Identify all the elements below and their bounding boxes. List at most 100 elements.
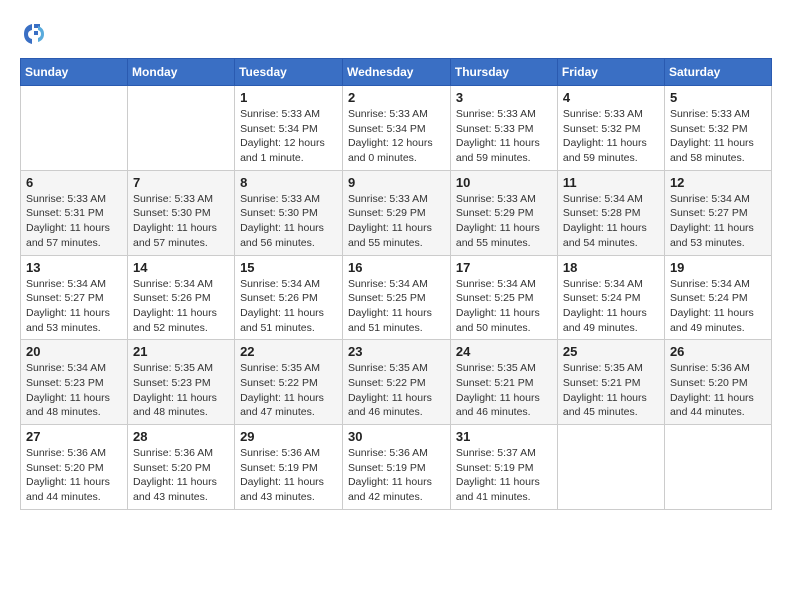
day-info: Sunrise: 5:35 AM Sunset: 5:21 PM Dayligh… [563,361,659,420]
day-info: Sunrise: 5:33 AM Sunset: 5:30 PM Dayligh… [133,192,229,251]
calendar-cell: 18 Sunrise: 5:34 AM Sunset: 5:24 PM Dayli… [557,255,664,340]
day-info: Sunrise: 5:34 AM Sunset: 5:23 PM Dayligh… [26,361,122,420]
calendar-cell: 8Sunrise: 5:33 AM Sunset: 5:30 PM Daylig… [235,170,343,255]
day-number: 11 [563,175,659,190]
calendar-cell: 24 Sunrise: 5:35 AM Sunset: 5:21 PM Dayli… [450,340,557,425]
day-number: 13 [26,260,122,275]
day-number: 25 [563,344,659,359]
day-number: 1 [240,90,337,105]
calendar-cell: 29 Sunrise: 5:36 AM Sunset: 5:19 PM Dayli… [235,425,343,510]
day-number: 12 [670,175,766,190]
weekday-header-friday: Friday [557,59,664,86]
calendar-cell [128,86,235,171]
calendar-table: SundayMondayTuesdayWednesdayThursdayFrid… [20,58,772,510]
day-number: 9 [348,175,445,190]
day-info: Sunrise: 5:33 AM Sunset: 5:29 PM Dayligh… [348,192,445,251]
day-number: 23 [348,344,445,359]
day-info: Sunrise: 5:34 AM Sunset: 5:27 PM Dayligh… [26,277,122,336]
day-info: Sunrise: 5:35 AM Sunset: 5:22 PM Dayligh… [240,361,337,420]
day-number: 15 [240,260,337,275]
day-number: 2 [348,90,445,105]
calendar-cell: 17Sunrise: 5:34 AM Sunset: 5:25 PM Dayli… [450,255,557,340]
day-info: Sunrise: 5:37 AM Sunset: 5:19 PM Dayligh… [456,446,552,505]
weekday-header-thursday: Thursday [450,59,557,86]
calendar-cell: 27Sunrise: 5:36 AM Sunset: 5:20 PM Dayli… [21,425,128,510]
day-number: 24 [456,344,552,359]
day-info: Sunrise: 5:34 AM Sunset: 5:27 PM Dayligh… [670,192,766,251]
day-number: 28 [133,429,229,444]
logo [20,20,52,48]
calendar-cell: 6 Sunrise: 5:33 AM Sunset: 5:31 PM Daylig… [21,170,128,255]
day-number: 26 [670,344,766,359]
calendar-cell: 13 Sunrise: 5:34 AM Sunset: 5:27 PM Dayli… [21,255,128,340]
day-info: Sunrise: 5:33 AM Sunset: 5:31 PM Dayligh… [26,192,122,251]
day-number: 5 [670,90,766,105]
day-info: Sunrise: 5:33 AM Sunset: 5:33 PM Dayligh… [456,107,552,166]
day-info: Sunrise: 5:35 AM Sunset: 5:22 PM Dayligh… [348,361,445,420]
day-number: 7 [133,175,229,190]
calendar-cell: 3 Sunrise: 5:33 AM Sunset: 5:33 PM Daylig… [450,86,557,171]
day-number: 4 [563,90,659,105]
calendar-cell [21,86,128,171]
calendar-cell: 23 Sunrise: 5:35 AM Sunset: 5:22 PM Dayli… [342,340,450,425]
day-number: 30 [348,429,445,444]
day-number: 20 [26,344,122,359]
day-info: Sunrise: 5:34 AM Sunset: 5:26 PM Dayligh… [240,277,337,336]
weekday-header-sunday: Sunday [21,59,128,86]
day-number: 22 [240,344,337,359]
calendar-cell: 2 Sunrise: 5:33 AM Sunset: 5:34 PM Daylig… [342,86,450,171]
calendar-cell: 14Sunrise: 5:34 AM Sunset: 5:26 PM Dayli… [128,255,235,340]
day-info: Sunrise: 5:35 AM Sunset: 5:21 PM Dayligh… [456,361,552,420]
calendar-cell: 11 Sunrise: 5:34 AM Sunset: 5:28 PM Dayli… [557,170,664,255]
calendar-cell: 12 Sunrise: 5:34 AM Sunset: 5:27 PM Dayli… [664,170,771,255]
weekday-header-monday: Monday [128,59,235,86]
calendar-cell: 22 Sunrise: 5:35 AM Sunset: 5:22 PM Dayli… [235,340,343,425]
day-number: 10 [456,175,552,190]
day-info: Sunrise: 5:36 AM Sunset: 5:19 PM Dayligh… [240,446,337,505]
day-info: Sunrise: 5:35 AM Sunset: 5:23 PM Dayligh… [133,361,229,420]
calendar-cell: 19 Sunrise: 5:34 AM Sunset: 5:24 PM Dayli… [664,255,771,340]
day-number: 17 [456,260,552,275]
calendar-week-row: 1 Sunrise: 5:33 AM Sunset: 5:34 PM Daylig… [21,86,772,171]
calendar-cell [557,425,664,510]
calendar-cell: 9 Sunrise: 5:33 AM Sunset: 5:29 PM Daylig… [342,170,450,255]
day-number: 3 [456,90,552,105]
day-info: Sunrise: 5:34 AM Sunset: 5:28 PM Dayligh… [563,192,659,251]
day-info: Sunrise: 5:33 AM Sunset: 5:34 PM Dayligh… [348,107,445,166]
day-info: Sunrise: 5:33 AM Sunset: 5:32 PM Dayligh… [563,107,659,166]
calendar-week-row: 13 Sunrise: 5:34 AM Sunset: 5:27 PM Dayli… [21,255,772,340]
calendar-cell: 4 Sunrise: 5:33 AM Sunset: 5:32 PM Daylig… [557,86,664,171]
day-number: 18 [563,260,659,275]
day-number: 29 [240,429,337,444]
logo-icon [20,20,48,48]
calendar-cell: 10Sunrise: 5:33 AM Sunset: 5:29 PM Dayli… [450,170,557,255]
page-header [20,20,772,48]
calendar-cell: 20 Sunrise: 5:34 AM Sunset: 5:23 PM Dayli… [21,340,128,425]
calendar-cell: 16 Sunrise: 5:34 AM Sunset: 5:25 PM Dayli… [342,255,450,340]
day-info: Sunrise: 5:36 AM Sunset: 5:19 PM Dayligh… [348,446,445,505]
weekday-header-saturday: Saturday [664,59,771,86]
calendar-cell: 21 Sunrise: 5:35 AM Sunset: 5:23 PM Dayli… [128,340,235,425]
calendar-cell: 7 Sunrise: 5:33 AM Sunset: 5:30 PM Daylig… [128,170,235,255]
calendar-cell: 5 Sunrise: 5:33 AM Sunset: 5:32 PM Daylig… [664,86,771,171]
day-info: Sunrise: 5:33 AM Sunset: 5:32 PM Dayligh… [670,107,766,166]
calendar-cell: 25 Sunrise: 5:35 AM Sunset: 5:21 PM Dayli… [557,340,664,425]
day-info: Sunrise: 5:36 AM Sunset: 5:20 PM Dayligh… [670,361,766,420]
calendar-week-row: 27 Sunrise: 5:36 AM Sunset: 5:20 PM Dayli… [21,425,772,510]
day-number: 21 [133,344,229,359]
day-number: 6 [26,175,122,190]
day-number: 19 [670,260,766,275]
day-number: 14 [133,260,229,275]
day-number: 27 [26,429,122,444]
calendar-week-row: 20 Sunrise: 5:34 AM Sunset: 5:23 PM Dayli… [21,340,772,425]
day-info: Sunrise: 5:34 AM Sunset: 5:24 PM Dayligh… [670,277,766,336]
calendar-cell: 26 Sunrise: 5:36 AM Sunset: 5:20 PM Dayli… [664,340,771,425]
day-info: Sunrise: 5:34 AM Sunset: 5:25 PM Dayligh… [348,277,445,336]
day-info: Sunrise: 5:36 AM Sunset: 5:20 PM Dayligh… [133,446,229,505]
weekday-header-tuesday: Tuesday [235,59,343,86]
day-number: 16 [348,260,445,275]
calendar-week-row: 6 Sunrise: 5:33 AM Sunset: 5:31 PM Daylig… [21,170,772,255]
day-info: Sunrise: 5:33 AM Sunset: 5:30 PM Dayligh… [240,192,337,251]
day-info: Sunrise: 5:34 AM Sunset: 5:24 PM Dayligh… [563,277,659,336]
calendar-cell: 31Sunrise: 5:37 AM Sunset: 5:19 PM Dayli… [450,425,557,510]
